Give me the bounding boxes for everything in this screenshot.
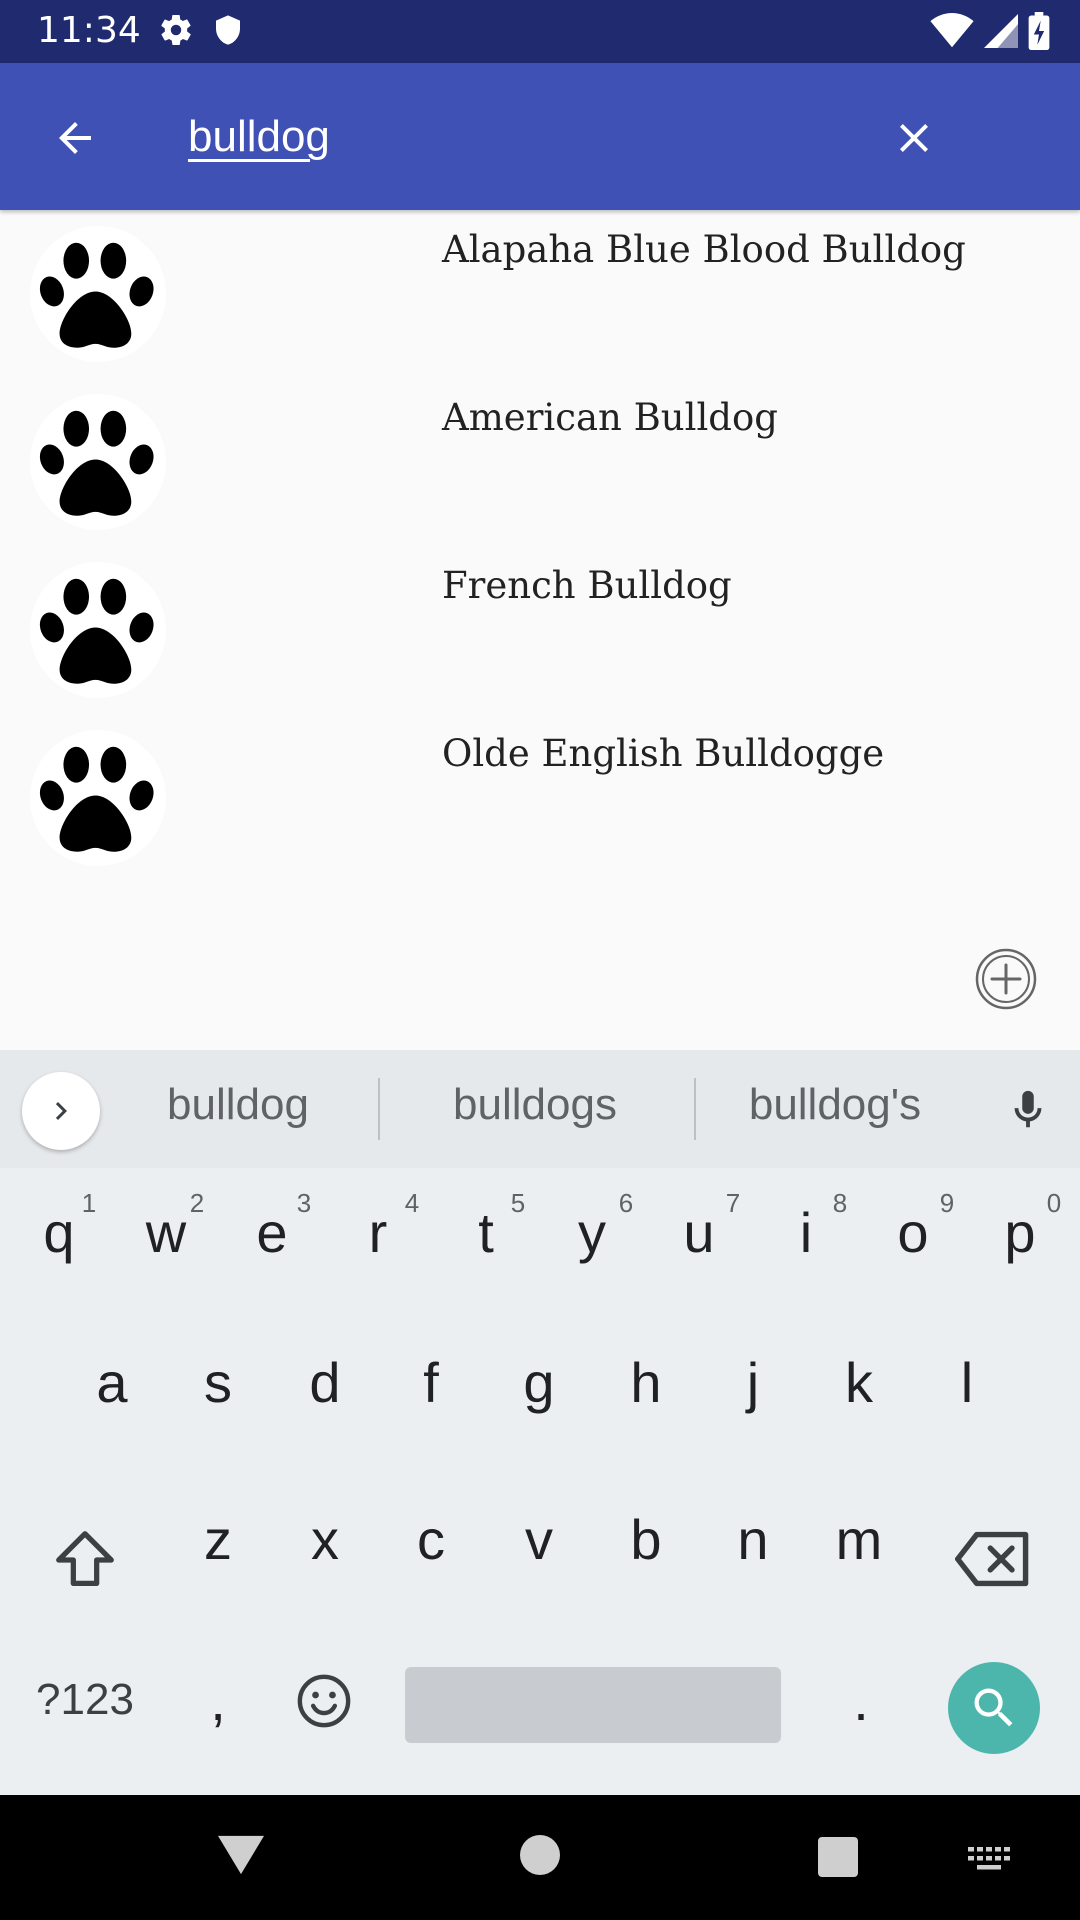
key-hint: 5 [510,1188,526,1218]
nav-recents-icon [818,1837,858,1877]
breed-name: Olde English Bulldogge [442,732,885,775]
key-hint: 0 [1046,1188,1062,1218]
paw-icon [30,730,166,866]
suggestion-2[interactable]: bulldogs [415,1080,655,1130]
key-m[interactable]: m [814,1507,904,1572]
status-time: 11:34 [37,10,141,51]
battery-charging-icon [1028,12,1050,55]
keyboard-switch-button[interactable] [968,1847,1010,1876]
add-circle-icon [975,948,1037,1010]
key-f[interactable]: f [386,1350,476,1415]
mic-icon[interactable] [1005,1084,1051,1141]
symbols-key[interactable]: ?123 [20,1675,150,1725]
key-j[interactable]: j [708,1350,798,1415]
nav-back-button[interactable] [218,1835,264,1880]
system-nav-bar [0,1795,1080,1920]
clear-search-button[interactable] [880,108,948,168]
shift-key[interactable] [50,1525,120,1600]
nav-home-icon [520,1835,560,1875]
paw-icon [30,562,166,698]
key-a[interactable]: a [67,1350,157,1415]
backspace-key[interactable] [955,1528,1031,1595]
search-input[interactable] [188,105,838,169]
breed-name: American Bulldog [442,396,778,439]
nav-home-button[interactable] [520,1835,560,1880]
list-item[interactable]: French Bulldog [0,546,1080,714]
list-item[interactable]: Olde English Bulldogge [0,714,1080,882]
key-hint: 9 [939,1188,955,1218]
period-key[interactable]: . [816,1668,906,1733]
key-hint: 6 [618,1188,634,1218]
space-key[interactable] [405,1667,781,1743]
key-h[interactable]: h [601,1350,691,1415]
key-hint: 4 [404,1188,420,1218]
chevron-right-icon [55,1102,67,1120]
suggestion-divider [694,1078,696,1140]
shift-icon [56,1531,114,1586]
add-button[interactable] [975,948,1037,1010]
key-c[interactable]: c [386,1507,476,1572]
suggestion-divider [378,1078,380,1140]
comma-key[interactable]: , [173,1668,263,1733]
key-n[interactable]: n [708,1507,798,1572]
suggestion-3[interactable]: bulldog's [715,1080,955,1130]
settings-gear-icon [158,12,194,53]
keyboard-icon [968,1847,1010,1870]
key-x[interactable]: x [280,1507,370,1572]
close-icon [900,124,928,152]
key-s[interactable]: s [173,1350,263,1415]
paw-icon [30,226,166,362]
key-hint: 8 [832,1188,848,1218]
key-b[interactable]: b [601,1507,691,1572]
search-key[interactable] [948,1662,1040,1754]
search-app-bar [0,63,1080,210]
wifi-icon [930,13,974,54]
soft-keyboard: bulldog bulldogs bulldog's q w e r t y u… [0,1050,1080,1795]
arrow-back-icon [59,122,91,154]
key-hint: 3 [296,1188,312,1218]
key-v[interactable]: v [494,1507,584,1572]
breed-name: French Bulldog [442,564,732,607]
nav-back-icon [218,1835,264,1875]
key-l[interactable]: l [922,1350,1012,1415]
status-bar: 11:34 [0,0,1080,63]
expand-suggestions-button[interactable] [22,1072,100,1150]
suggestion-bar: bulldog bulldogs bulldog's [0,1050,1080,1168]
key-g[interactable]: g [494,1350,584,1415]
breed-name: Alapaha Blue Blood Bulldog [442,228,966,271]
emoji-key[interactable] [295,1672,353,1735]
signal-icon [984,13,1018,54]
shield-icon [212,12,244,53]
key-hint: 2 [189,1188,205,1218]
key-z[interactable]: z [173,1507,263,1572]
emoji-icon [297,1674,351,1728]
list-item[interactable]: Alapaha Blue Blood Bulldog [0,210,1080,378]
key-hint: 1 [81,1188,97,1218]
search-icon [974,1688,1013,1727]
suggestion-1[interactable]: bulldog [128,1080,348,1130]
nav-recents-button[interactable] [818,1837,858,1882]
backspace-icon [955,1531,1029,1587]
paw-icon [30,394,166,530]
key-d[interactable]: d [280,1350,370,1415]
key-k[interactable]: k [814,1350,904,1415]
back-button[interactable] [40,108,110,168]
key-hint: 7 [725,1188,741,1218]
list-item[interactable]: American Bulldog [0,378,1080,546]
